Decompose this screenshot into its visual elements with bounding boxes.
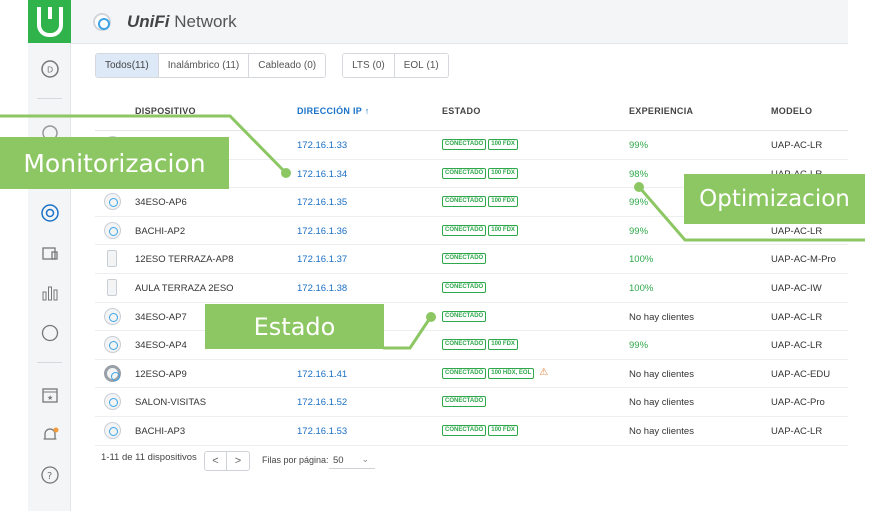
callout-monitorizacion: Monitorizacion	[0, 137, 229, 189]
callout-optimizacion: Optimizacion	[684, 174, 865, 224]
callout-estado: Estado	[205, 304, 384, 349]
annotation-lines	[0, 114, 865, 350]
